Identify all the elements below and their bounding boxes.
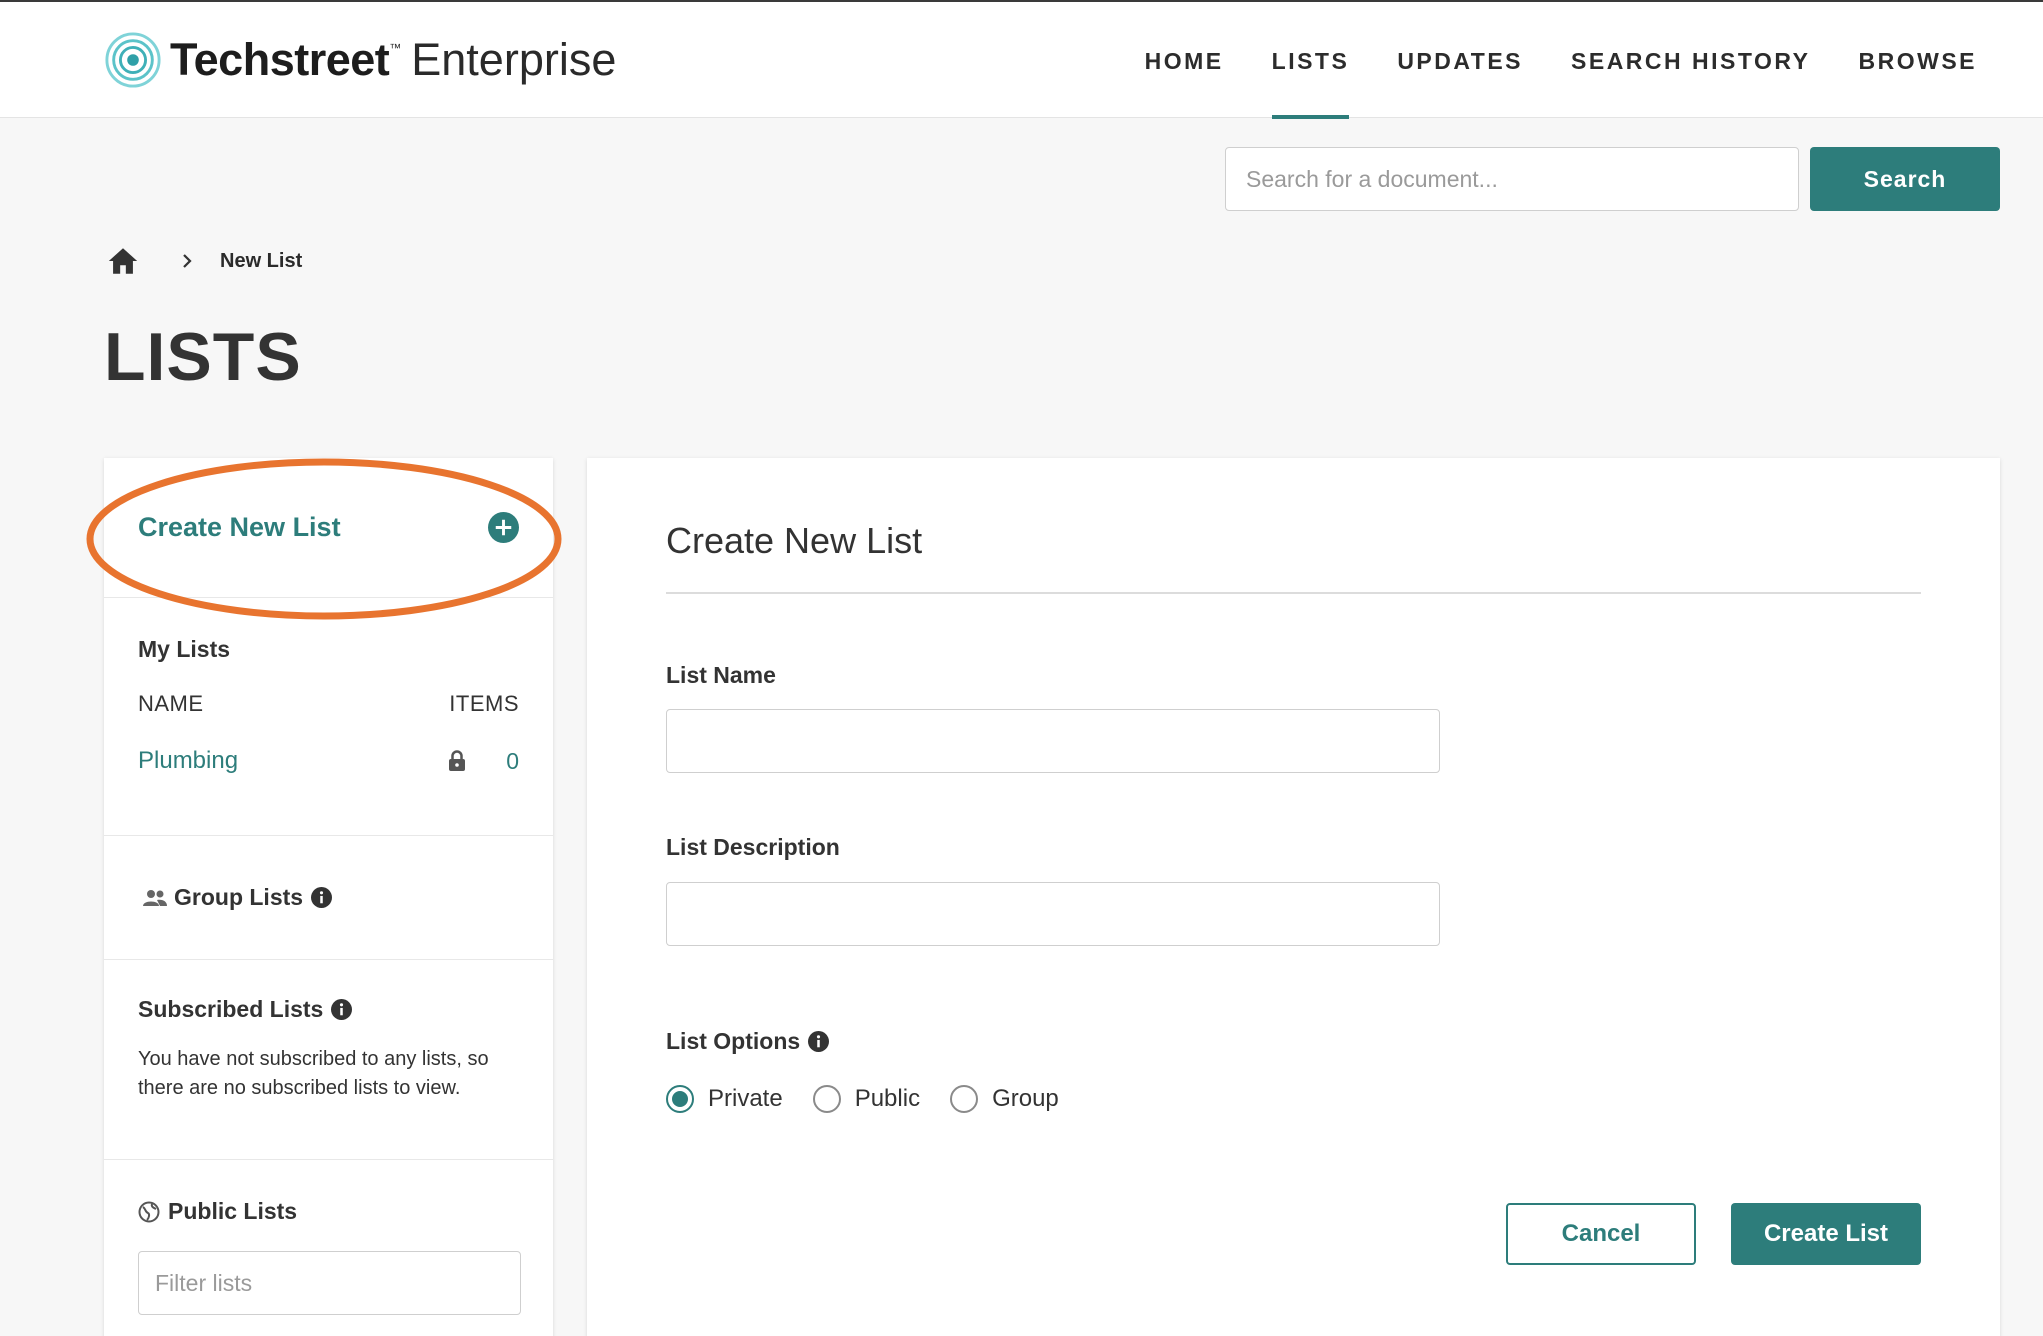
radio-selected-dot — [672, 1091, 688, 1107]
radio-group-circle[interactable] — [950, 1085, 979, 1113]
home-icon[interactable] — [106, 244, 140, 278]
logo-name-light: Enterprise — [411, 34, 617, 85]
public-lists-header: Public Lists — [138, 1198, 519, 1225]
lock-icon — [449, 750, 466, 771]
breadcrumb: New List — [106, 244, 302, 278]
radio-public-circle[interactable] — [812, 1085, 841, 1113]
list-description-input[interactable] — [666, 882, 1440, 946]
nav-search-history[interactable]: SEARCH HISTORY — [1571, 2, 1810, 120]
cancel-button[interactable]: Cancel — [1506, 1203, 1696, 1265]
top-navigation-bar: Techstreet ™ Enterprise HOME LISTS UPDATE… — [0, 0, 2043, 120]
form-title: Create New List — [666, 520, 923, 561]
list-description-label: List Description — [666, 834, 840, 860]
my-lists-heading: My Lists — [138, 636, 231, 662]
create-new-list-link[interactable]: Create New List — [138, 512, 341, 543]
subscribed-lists-empty-text: You have not subscribed to any lists, so… — [138, 1048, 489, 1099]
list-options-label: List Options — [666, 1028, 801, 1054]
chevron-right-icon — [183, 254, 192, 268]
lists-sidebar: Create New List My Lists NAME ITEMS Plum… — [104, 458, 553, 1336]
filter-lists-input[interactable] — [138, 1251, 521, 1315]
list-name-label: List Name — [666, 662, 776, 688]
list-name-input[interactable] — [666, 709, 1440, 773]
public-lists-heading: Public Lists — [168, 1198, 298, 1224]
create-list-form-card: Create New List List Name List Descripti… — [587, 458, 2000, 1336]
breadcrumb-current: New List — [220, 249, 303, 272]
subscribed-lists-header: Subscribed Lists — [138, 996, 519, 1023]
subscribed-lists-heading: Subscribed Lists — [138, 996, 324, 1022]
list-item-count[interactable]: 0 — [506, 748, 519, 775]
group-lists-heading: Group Lists — [174, 884, 304, 910]
column-header-name: NAME — [138, 691, 204, 716]
info-icon[interactable] — [331, 999, 353, 1020]
radio-private[interactable]: Private — [666, 1085, 783, 1113]
info-icon[interactable] — [808, 1031, 830, 1052]
subscribed-lists-section: Subscribed Lists You have not subscribed… — [104, 960, 553, 1160]
info-icon[interactable] — [311, 887, 333, 908]
list-options-header: List Options — [666, 1028, 830, 1055]
public-lists-section: Public Lists — [104, 1160, 553, 1315]
form-divider — [666, 592, 1921, 594]
people-icon — [143, 889, 167, 906]
create-new-list-row[interactable]: Create New List — [104, 458, 553, 598]
radio-public[interactable]: Public — [812, 1085, 920, 1113]
main-nav: HOME LISTS UPDATES SEARCH HISTORY BROWSE — [1097, 2, 1977, 120]
list-item-name[interactable]: Plumbing — [138, 747, 238, 775]
radio-public-label[interactable]: Public — [855, 1085, 920, 1113]
nav-home[interactable]: HOME — [1145, 2, 1224, 120]
nav-updates[interactable]: UPDATES — [1397, 2, 1523, 120]
create-list-button[interactable]: Create List — [1731, 1203, 1921, 1265]
my-lists-section: My Lists NAME ITEMS Plumbing 0 — [104, 598, 553, 836]
group-lists-section: Group Lists — [104, 836, 553, 960]
search-button[interactable]: Search — [1810, 147, 2000, 211]
radio-group[interactable]: Group — [950, 1085, 1059, 1113]
logo-trademark: ™ — [389, 41, 402, 55]
globe-icon — [138, 1201, 160, 1222]
logo-name-bold: Techstreet — [170, 34, 390, 85]
radio-private-label[interactable]: Private — [708, 1085, 783, 1113]
list-options-radio-group: Private Public Group — [666, 1085, 1089, 1113]
document-search-input[interactable] — [1225, 147, 1799, 211]
techstreet-logo[interactable]: Techstreet ™ Enterprise — [104, 30, 616, 90]
nav-lists[interactable]: LISTS — [1271, 2, 1350, 120]
radio-group-label[interactable]: Group — [992, 1085, 1059, 1113]
nav-browse[interactable]: BROWSE — [1859, 2, 1978, 120]
list-item[interactable]: Plumbing 0 — [138, 747, 519, 775]
radio-private-circle[interactable] — [666, 1085, 694, 1113]
plus-circle-icon[interactable] — [488, 512, 519, 543]
list-item-meta: 0 — [448, 748, 519, 775]
page-title: LISTS — [104, 319, 302, 395]
my-lists-column-headers: NAME ITEMS — [138, 691, 519, 717]
column-header-items: ITEMS — [449, 691, 519, 716]
techstreet-logo-icon — [105, 32, 161, 88]
